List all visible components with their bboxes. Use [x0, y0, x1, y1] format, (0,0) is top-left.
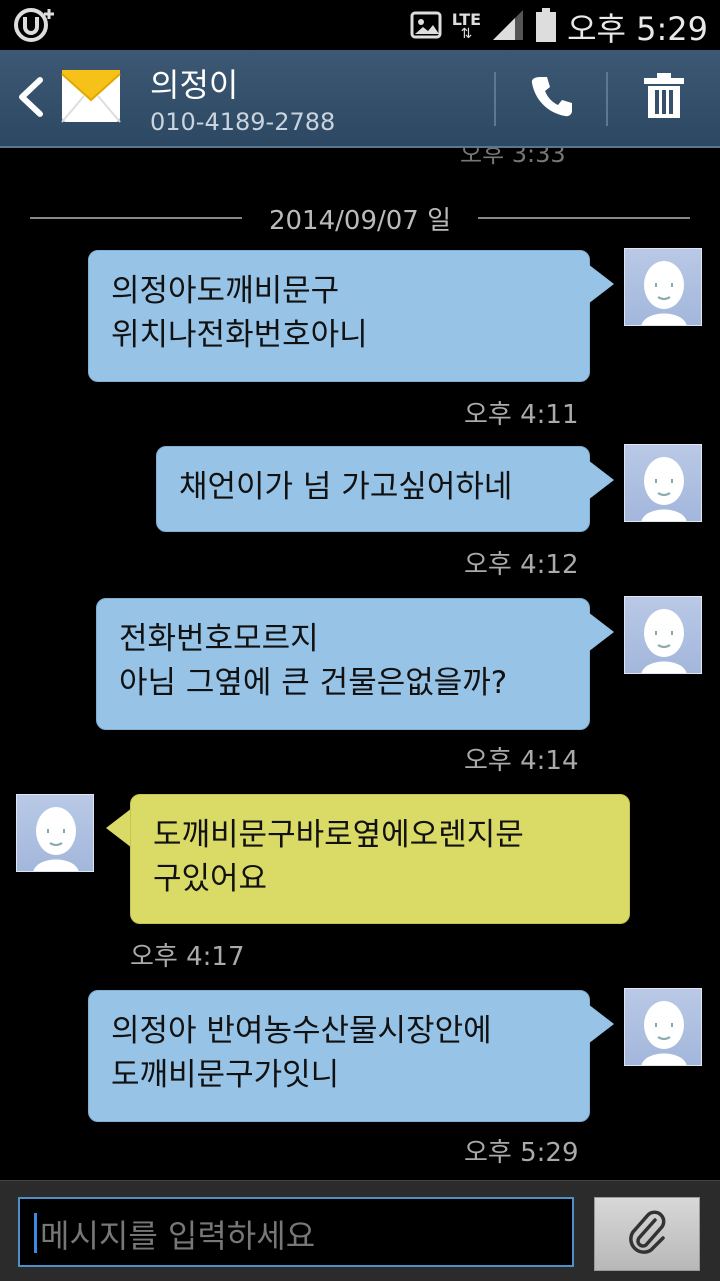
bubble-tail: [588, 1004, 614, 1044]
envelope-icon: [60, 66, 122, 132]
sent-message-bubble[interactable]: 전화번호모르지 아님 그옆에 큰 건물은없을까?: [96, 598, 590, 730]
contact-name: 의정이: [150, 66, 239, 104]
message-line: 의정아도깨비문구: [111, 273, 340, 309]
header-divider: [606, 72, 608, 126]
contact-number: 010-4189-2788: [150, 108, 336, 136]
separator-line: [478, 217, 690, 219]
avatar[interactable]: [16, 794, 94, 872]
phone-icon: [530, 74, 574, 122]
uplus-logo-icon: [14, 8, 56, 46]
paperclip-icon: [625, 1208, 669, 1260]
avatar[interactable]: [624, 596, 702, 674]
composer-bar: 메시지를 입력하세요: [0, 1180, 720, 1281]
header-divider: [494, 72, 496, 126]
message-line: 위치나전화번호아니: [111, 317, 368, 353]
message-input-placeholder: 메시지를 입력하세요: [40, 1217, 316, 1255]
message-time: 오후 4:17: [130, 942, 245, 972]
battery-icon: [535, 7, 557, 47]
message-time: 오후 4:12: [464, 550, 579, 580]
message-line: 전화번호모르지: [119, 621, 319, 657]
delete-button[interactable]: [612, 50, 716, 146]
message-line: 도깨비문구바로옆에오렌지문: [153, 817, 524, 853]
conversation-header: 의정이 010-4189-2788: [0, 50, 720, 148]
message-time: 오후 3:33: [460, 148, 566, 168]
bubble-tail: [106, 808, 132, 848]
avatar-icon: [641, 261, 687, 325]
network-type-label: LTE: [451, 10, 482, 29]
message-line: 도깨비문구가잇니: [111, 1057, 340, 1093]
message-line: 채언이가 넘 가고싶어하네: [179, 469, 513, 505]
received-message-bubble[interactable]: 도깨비문구바로옆에오렌지문 구있어요: [130, 794, 630, 924]
avatar[interactable]: [624, 248, 702, 326]
message-time: 오후 5:29: [464, 1138, 579, 1168]
date-separator: 2014/09/07 일: [30, 200, 690, 236]
sent-message-bubble[interactable]: 의정아 반여농수산물시장안에 도깨비문구가잇니: [88, 990, 590, 1122]
avatar[interactable]: [624, 444, 702, 522]
status-bar: LTE ⇅ 오후 5:29: [0, 0, 720, 50]
avatar[interactable]: [624, 988, 702, 1066]
message-line: 구있어요: [153, 861, 268, 897]
avatar-icon: [33, 807, 79, 871]
avatar-icon: [641, 1001, 687, 1065]
bubble-tail: [588, 264, 614, 304]
message-line: 의정아 반여농수산물시장안에: [111, 1013, 492, 1049]
back-chevron-icon[interactable]: [12, 72, 48, 126]
trash-icon: [642, 72, 686, 124]
message-line: 아님 그옆에 큰 건물은없을까?: [119, 665, 508, 701]
message-input[interactable]: 메시지를 입력하세요: [18, 1197, 574, 1267]
image-notification-icon: [410, 9, 442, 45]
attach-button[interactable]: [594, 1197, 700, 1271]
sent-message-bubble[interactable]: 의정아도깨비문구 위치나전화번호아니: [88, 250, 590, 382]
bubble-tail: [588, 612, 614, 652]
lte-icon: LTE ⇅: [451, 10, 482, 42]
bubble-tail: [588, 460, 614, 500]
avatar-icon: [641, 457, 687, 521]
message-time: 오후 4:11: [464, 400, 579, 430]
sent-message-bubble[interactable]: 채언이가 넘 가고싶어하네: [156, 446, 590, 532]
call-button[interactable]: [500, 50, 604, 146]
message-list[interactable]: 오후 3:33 2014/09/07 일 의정아도깨비문구 위치나전화번호아니 …: [0, 148, 720, 1180]
message-time: 오후 4:14: [464, 746, 579, 776]
text-caret: [34, 1213, 37, 1253]
clock: 오후 5:29: [567, 10, 708, 48]
avatar-icon: [641, 609, 687, 673]
signal-icon: [491, 8, 525, 46]
